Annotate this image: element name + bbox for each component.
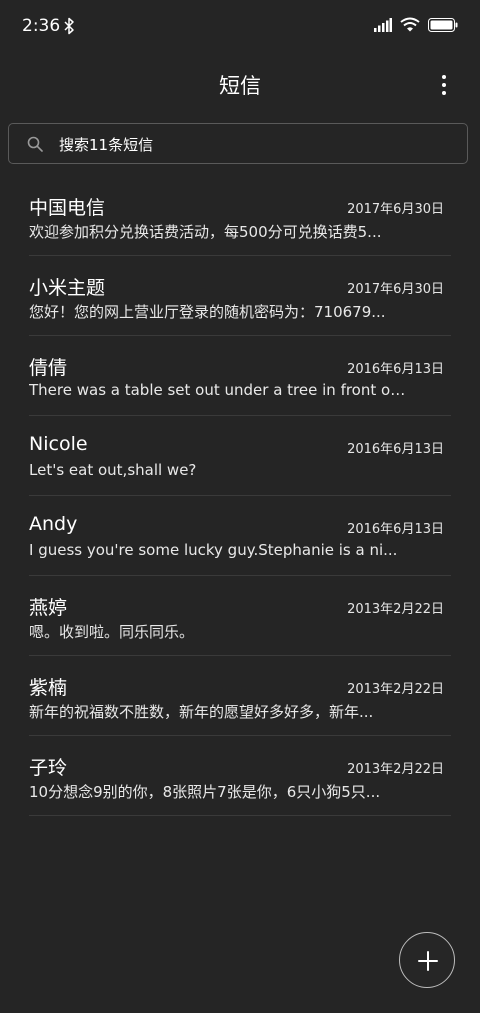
status-time: 2:36: [22, 16, 61, 36]
contact-name: 燕婷: [29, 597, 68, 619]
contact-name: 中国电信: [29, 197, 106, 219]
contact-name: 倩倩: [29, 357, 68, 379]
divider: [29, 815, 451, 816]
new-message-button[interactable]: [399, 932, 455, 988]
conversation-row[interactable]: Andy 2016年6月13日 I guess you're some luck…: [0, 496, 480, 576]
contact-name: 子玲: [29, 757, 68, 779]
contact-name: Nicole: [29, 433, 88, 455]
message-date: 2016年6月13日: [347, 362, 444, 377]
status-bar: 2:36: [0, 0, 480, 52]
plus-icon: [418, 951, 438, 971]
message-preview: I guess you're some lucky guy.Stephanie …: [29, 541, 398, 559]
message-preview: There was a table set out under a tree i…: [29, 381, 409, 399]
conversation-list: 中国电信 2017年6月30日 欢迎参加积分兑换话费活动，每500分可兑换话费5…: [0, 176, 480, 816]
message-date: 2016年6月13日: [347, 522, 444, 537]
conversation-row[interactable]: 子玲 2013年2月22日 10分想念9别的你，8张照片7张是你，6只小狗5只.…: [0, 736, 480, 816]
message-preview: 欢迎参加积分兑换话费活动，每500分可兑换话费5...: [29, 223, 382, 241]
message-preview: 10分想念9别的你，8张照片7张是你，6只小狗5只...: [29, 783, 381, 801]
bluetooth-icon: [63, 17, 75, 35]
battery-icon: [428, 17, 458, 36]
search-icon: [27, 136, 43, 152]
message-date: 2017年6月30日: [347, 202, 444, 217]
conversation-row[interactable]: 中国电信 2017年6月30日 欢迎参加积分兑换话费活动，每500分可兑换话费5…: [0, 176, 480, 256]
conversation-row[interactable]: 燕婷 2013年2月22日 嗯。收到啦。同乐同乐。: [0, 576, 480, 656]
signal-icon: [374, 17, 392, 36]
contact-name: Andy: [29, 513, 78, 535]
contact-name: 紫楠: [29, 677, 68, 699]
contact-name: 小米主题: [29, 277, 106, 299]
message-date: 2013年2月22日: [347, 762, 444, 777]
wifi-icon: [400, 17, 420, 36]
conversation-row[interactable]: Nicole 2016年6月13日 Let's eat out,shall we…: [0, 416, 480, 496]
message-preview: 您好！您的网上营业厅登录的随机密码为：710679...: [29, 303, 386, 321]
status-icons: [374, 16, 458, 36]
search-input[interactable]: 搜索11条短信: [8, 123, 468, 164]
message-date: 2016年6月13日: [347, 442, 444, 457]
conversation-row[interactable]: 小米主题 2017年6月30日 您好！您的网上营业厅登录的随机密码为：71067…: [0, 256, 480, 336]
page-title: 短信: [219, 74, 261, 98]
conversation-row[interactable]: 紫楠 2013年2月22日 新年的祝福数不胜数，新年的愿望好多好多，新年...: [0, 656, 480, 736]
message-date: 2013年2月22日: [347, 602, 444, 617]
message-date: 2017年6月30日: [347, 282, 444, 297]
message-preview: 新年的祝福数不胜数，新年的愿望好多好多，新年...: [29, 703, 374, 721]
title-bar: 短信: [0, 58, 480, 110]
search-placeholder: 搜索11条短信: [59, 136, 154, 154]
message-preview: Let's eat out,shall we?: [29, 461, 197, 479]
more-vertical-icon[interactable]: [436, 72, 452, 98]
message-date: 2013年2月22日: [347, 682, 444, 697]
conversation-row[interactable]: 倩倩 2016年6月13日 There was a table set out …: [0, 336, 480, 416]
message-preview: 嗯。收到啦。同乐同乐。: [29, 623, 195, 641]
